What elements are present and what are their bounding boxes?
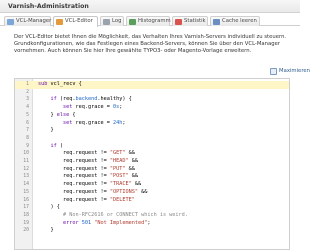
tab-log[interactable]: Log	[100, 16, 124, 26]
tab-cache-leeren[interactable]: Cache leeren	[210, 16, 260, 26]
code-text: if (req.backend.healthy) {	[50, 96, 132, 103]
line-number: 6	[26, 120, 29, 126]
tab-bar: VCL-Manager VCL-Editor Log Histogramm St…	[0, 13, 300, 27]
line-number: 10	[23, 151, 29, 157]
code-line[interactable]: 17 ) {	[15, 204, 289, 212]
code-line[interactable]: 20 }	[15, 227, 289, 235]
line-number: 5	[26, 112, 29, 118]
line-number: 3	[26, 97, 29, 103]
code-line[interactable]: 13 req.request != "POST" &&	[15, 173, 289, 181]
file-icon	[7, 18, 14, 25]
line-number: 16	[23, 197, 29, 203]
line-number: 15	[23, 189, 29, 195]
line-number: 13	[23, 174, 29, 180]
code-line[interactable]: 3 if (req.backend.healthy) {	[15, 96, 289, 104]
code-text: req.request != "OPTIONS" &&	[38, 188, 148, 195]
line-number: 11	[23, 159, 29, 164]
code-text: sub vcl_recv {	[38, 81, 82, 87]
maximize-icon	[270, 68, 277, 75]
code-text: }	[38, 227, 54, 234]
line-number: 14	[23, 182, 29, 188]
code-text: set req.grace = 0s;	[63, 104, 123, 111]
tab-label: Statistik	[184, 18, 206, 24]
code-line[interactable]: 2	[15, 89, 289, 97]
code-line[interactable]: 6 set req.grace = 24h;	[15, 120, 289, 128]
code-text: req.request != "PUT" &&	[38, 165, 135, 172]
code-line[interactable]: 8	[15, 135, 289, 143]
description-text: Der VCL-Editor bietet Ihnen die Möglichk…	[14, 34, 287, 54]
log-icon	[103, 18, 110, 25]
code-text: req.request != "HEAD" &&	[38, 158, 138, 164]
line-number: 17	[23, 205, 29, 211]
tab-histogramm[interactable]: Histogramm	[126, 16, 171, 26]
edit-icon	[56, 18, 63, 25]
tab-label: Cache leeren	[222, 18, 257, 24]
tab-label: Histogramm	[138, 18, 171, 24]
window-title: Varnish-Administration	[8, 3, 89, 10]
tab-label: Log	[112, 18, 122, 24]
tab-vcl-manager[interactable]: VCL-Manager	[4, 16, 51, 26]
code-text: req.request != "POST" &&	[38, 173, 138, 180]
code-text: req.request != "TRACE" &&	[38, 181, 142, 188]
code-text: set req.grace = 24h;	[63, 119, 126, 126]
code-line[interactable]: 16 req.request != "DELETE"	[15, 197, 289, 205]
tab-vcl-editor[interactable]: VCL-Editor	[53, 16, 98, 27]
chart-icon	[129, 18, 136, 25]
line-number: 4	[26, 105, 29, 111]
code-line[interactable]: 14 req.request != "TRACE" &&	[15, 181, 289, 189]
line-number: 7	[26, 128, 29, 134]
code-line[interactable]: 1 sub vcl_recv {	[15, 81, 289, 89]
code-line[interactable]: 4 set req.grace = 0s;	[15, 104, 289, 112]
code-text: if (	[50, 142, 64, 149]
code-text: }	[38, 127, 54, 134]
code-text: error 501 "Not Implemented";	[63, 219, 151, 226]
code-line[interactable]: 11 req.request != "HEAD" &&	[15, 158, 289, 166]
line-number: 20	[23, 228, 29, 234]
code-line[interactable]: 9 if (	[15, 143, 289, 151]
maximize-label: Maximieren	[279, 68, 310, 74]
code-line[interactable]: 12 req.request != "PUT" &&	[15, 166, 289, 174]
code-text: } else {	[38, 111, 76, 118]
refresh-icon	[213, 18, 220, 25]
line-number: 2	[26, 89, 29, 95]
title-bar: Varnish-Administration	[0, 0, 300, 13]
code-line[interactable]: 18 # Non-RFC2616 or CONNECT which is wei…	[15, 212, 289, 220]
maximize-button[interactable]: Maximieren	[270, 68, 310, 75]
code-text: req.request != "GET" &&	[38, 150, 135, 157]
code-editor[interactable]: 1 sub vcl_recv {2 3 if (req.backend.health…	[14, 78, 290, 250]
code-line[interactable]: 15 req.request != "OPTIONS" &&	[15, 189, 289, 197]
tab-label: VCL-Manager	[16, 18, 52, 24]
tab-statistik[interactable]: Statistik	[172, 16, 208, 26]
line-number: 9	[26, 143, 29, 149]
tab-label: VCL-Editor	[65, 18, 93, 24]
code-text: req.request != "DELETE"	[38, 196, 135, 203]
line-number: 12	[23, 166, 29, 172]
code-line[interactable]: 10 req.request != "GET" &&	[15, 150, 289, 158]
code-text: ) {	[38, 204, 60, 211]
line-number: 19	[23, 220, 29, 226]
code-text: # Non-RFC2616 or CONNECT which is weird.	[63, 211, 188, 218]
code-line[interactable]: 5 } else {	[15, 112, 289, 120]
code-line[interactable]: 19 error 501 "Not Implemented";	[15, 220, 289, 228]
line-number: 18	[23, 212, 29, 218]
line-number: 1	[26, 82, 29, 87]
line-number: 8	[26, 135, 29, 141]
stats-icon	[175, 18, 182, 25]
code-line[interactable]: 7 }	[15, 127, 289, 135]
